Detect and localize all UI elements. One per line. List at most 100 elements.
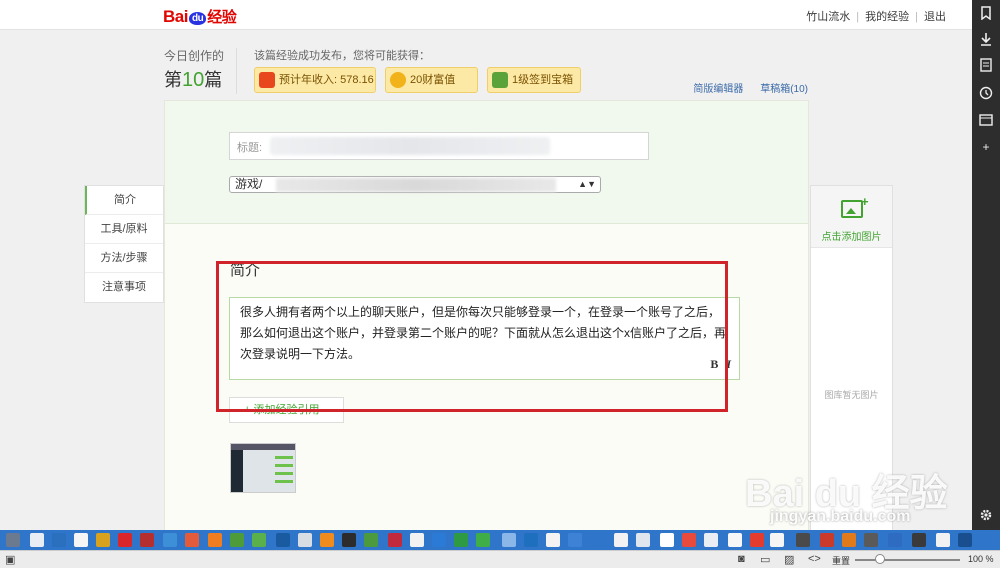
app-icon[interactable]	[118, 533, 132, 547]
highlight-annotation	[216, 261, 728, 412]
app-icon[interactable]	[660, 533, 674, 547]
add-image-button[interactable]: + 点击添加图片	[811, 186, 892, 248]
select-arrow-icon: ▲▼	[578, 179, 596, 189]
simple-editor-link[interactable]: 简版编辑器	[693, 84, 743, 95]
username-link[interactable]: 竹山流水	[806, 11, 850, 23]
window-icon[interactable]: ▭	[760, 553, 770, 566]
window-icon[interactable]	[979, 113, 993, 127]
app-icon[interactable]	[410, 533, 424, 547]
today-count: 第10篇	[164, 69, 223, 91]
gear-icon[interactable]	[979, 508, 993, 522]
nav-item-intro[interactable]: 简介	[85, 186, 163, 215]
browser-sidebar: +	[972, 0, 1000, 530]
app-icon[interactable]	[842, 533, 856, 547]
section-nav: 简介 工具/原料 方法/步骤 注意事项	[84, 185, 164, 303]
bookmark-icon[interactable]	[979, 6, 993, 21]
zoom-slider[interactable]	[855, 559, 960, 561]
desktop-icon[interactable]	[6, 533, 20, 547]
baidu-jingyan-logo[interactable]: Bai du 经验	[163, 6, 237, 27]
app-icon[interactable]	[342, 533, 356, 547]
reset-label[interactable]: 重置	[832, 554, 850, 567]
app-icon[interactable]	[912, 533, 926, 547]
blurred-category	[276, 178, 556, 192]
add-icon[interactable]: +	[979, 140, 993, 154]
app-icon[interactable]	[52, 533, 66, 547]
app-icon[interactable]	[208, 533, 222, 547]
app-icon[interactable]	[298, 533, 312, 547]
app-icon[interactable]	[74, 533, 88, 547]
app-icon[interactable]	[750, 533, 764, 547]
category-select[interactable]: 游戏/ ▲▼	[229, 176, 601, 193]
app-icon[interactable]	[432, 533, 446, 547]
plus-icon: +	[861, 194, 869, 209]
nav-item-notes[interactable]: 注意事项	[85, 273, 163, 302]
app-icon[interactable]	[524, 533, 538, 547]
app-icon[interactable]	[502, 533, 516, 547]
my-experience-link[interactable]: 我的经验	[865, 11, 909, 23]
app-icon[interactable]	[320, 533, 334, 547]
app-icon[interactable]	[140, 533, 154, 547]
app-icon[interactable]	[936, 533, 950, 547]
app-icon[interactable]	[364, 533, 378, 547]
logout-link[interactable]: 退出	[924, 11, 946, 23]
download-icon[interactable]	[979, 32, 993, 46]
app-icon[interactable]	[614, 533, 628, 547]
user-links: 竹山流水 | 我的经验 | 退出	[806, 11, 946, 23]
app-icon[interactable]	[636, 533, 650, 547]
app-icon[interactable]	[682, 533, 696, 547]
taskbar	[0, 530, 1000, 550]
app-icon[interactable]	[888, 533, 902, 547]
title-label: 标题:	[237, 142, 263, 154]
watermark-url: jingyan.baidu.com	[770, 508, 911, 525]
publish-reward-label: 该篇经验成功发布，您将可能获得：	[254, 50, 430, 62]
status-bar: ▣ ◙ ▭ ▨ <> 重置 100 %	[0, 550, 1000, 568]
app-icon[interactable]	[568, 533, 582, 547]
editor-links: 简版编辑器 草稿箱(10)	[693, 80, 808, 95]
panel-toggle-icon[interactable]: ▣	[5, 553, 15, 566]
notes-icon[interactable]	[979, 58, 993, 72]
app-icon[interactable]	[230, 533, 244, 547]
app-icon[interactable]	[276, 533, 290, 547]
app-icon[interactable]	[820, 533, 834, 547]
treasure-badge: 1级签到宝箱	[487, 67, 581, 93]
code-icon[interactable]: <>	[808, 553, 821, 565]
divider	[236, 48, 237, 94]
app-icon[interactable]	[770, 533, 784, 547]
history-icon[interactable]	[979, 86, 993, 100]
title-input[interactable]: 标题:	[229, 132, 649, 160]
today-label: 今日创作的	[164, 49, 225, 63]
category-prefix: 游戏/	[235, 177, 263, 191]
app-icon[interactable]	[728, 533, 742, 547]
app-icon[interactable]	[388, 533, 402, 547]
app-icon[interactable]	[546, 533, 560, 547]
top-bar: Bai du 经验 竹山流水 | 我的经验 | 退出	[0, 0, 972, 30]
app-icon[interactable]	[864, 533, 878, 547]
app-icon[interactable]	[958, 533, 972, 547]
image-icon	[841, 200, 863, 218]
nav-item-steps[interactable]: 方法/步骤	[85, 244, 163, 273]
no-images-label: 图库暂无图片	[824, 390, 879, 400]
coin-icon	[390, 72, 406, 88]
drafts-link[interactable]: 草稿箱(10)	[760, 84, 808, 95]
app-icon[interactable]	[185, 533, 199, 547]
zoom-level: 100 %	[968, 554, 994, 564]
app-icon[interactable]	[704, 533, 718, 547]
app-icon[interactable]	[454, 533, 468, 547]
app-icon[interactable]	[252, 533, 266, 547]
app-icon[interactable]	[96, 533, 110, 547]
app-icon[interactable]	[163, 533, 177, 547]
annual-income-badge: 预计年收入: 578.16	[254, 67, 376, 93]
app-icon[interactable]	[30, 533, 44, 547]
camera-icon[interactable]: ◙	[738, 553, 745, 565]
app-icon[interactable]	[592, 533, 606, 547]
nav-item-tools[interactable]: 工具/原料	[85, 215, 163, 244]
step-image-thumbnail[interactable]	[230, 443, 296, 493]
zoom-slider-handle[interactable]	[875, 554, 885, 564]
app-icon[interactable]	[796, 533, 810, 547]
app-icon[interactable]	[476, 533, 490, 547]
add-image-label: 点击添加图片	[821, 232, 882, 243]
wealth-badge: 20财富值	[385, 67, 478, 93]
treasure-box-icon	[492, 72, 508, 88]
blurred-title	[270, 137, 550, 155]
image-icon[interactable]: ▨	[784, 553, 794, 566]
